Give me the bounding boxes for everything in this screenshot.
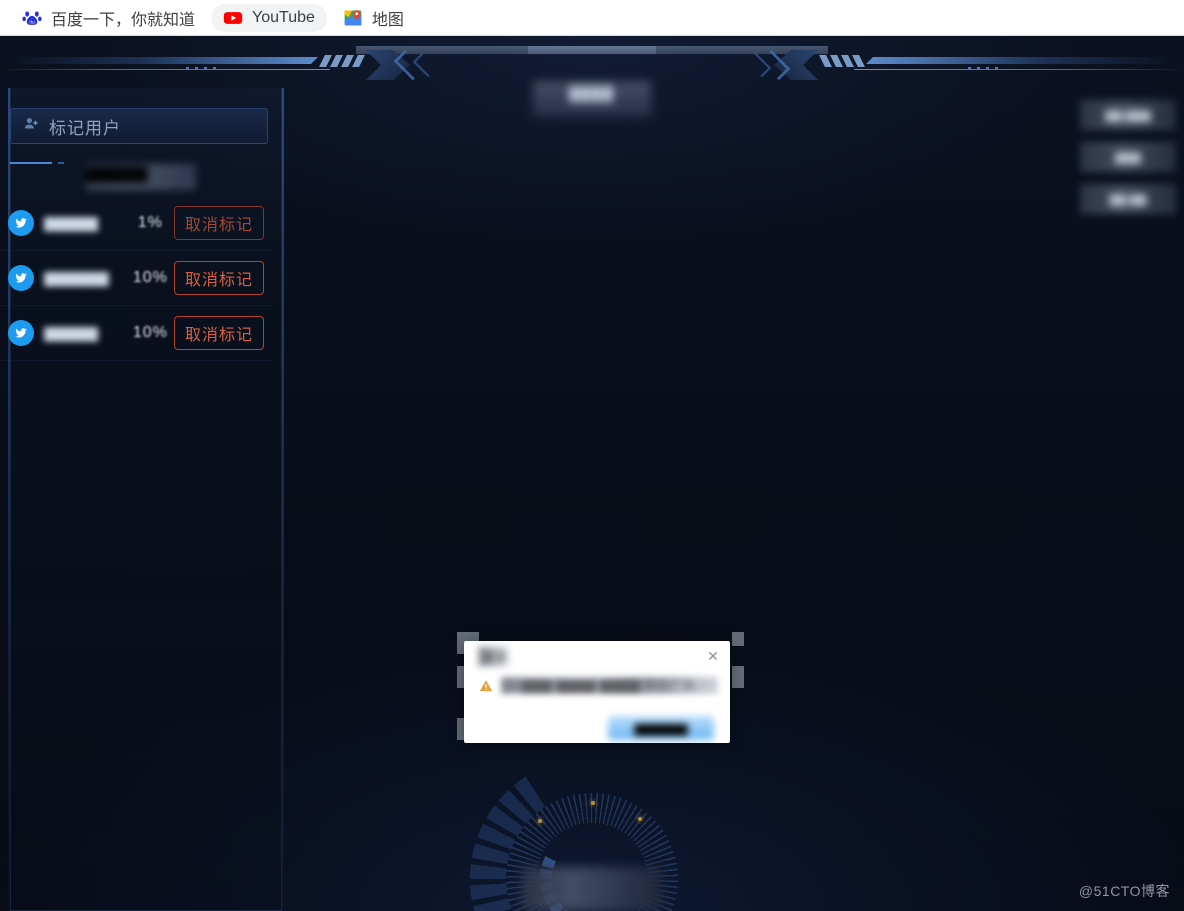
bookmark-youtube[interactable]: YouTube xyxy=(211,3,327,32)
header-dots-right xyxy=(968,67,998,70)
dashboard-title: ████ xyxy=(569,86,615,101)
dialog-title: 提示 xyxy=(478,645,511,667)
dialog-header: 提示 ✕ xyxy=(464,641,730,671)
radar-dot xyxy=(638,817,642,821)
drag-handle[interactable] xyxy=(732,632,744,646)
twitter-icon xyxy=(8,265,34,291)
info-block: ▇▇ ▇▇▇ xyxy=(1080,100,1176,130)
confirm-dialog: 提示 ✕ We▇▇▇ ▇▇▇▇ ▇▇▇▇ 项目广大 ▇▇▇▇ xyxy=(464,641,730,743)
close-icon[interactable]: ✕ xyxy=(704,647,722,665)
person-add-icon xyxy=(23,115,40,137)
bookmark-label: 百度一下，你就知道 xyxy=(51,11,196,29)
unmark-button[interactable]: 取消标记 xyxy=(173,261,264,295)
bookmark-baidu[interactable]: du 百度一下，你就知道 xyxy=(10,4,207,32)
dialog-message: We▇▇▇ ▇▇▇▇ ▇▇▇▇ 项目广大 xyxy=(501,677,718,694)
warning-triangle-icon xyxy=(478,678,494,699)
dialog-confirm-button[interactable]: ▇▇▇▇ xyxy=(608,716,714,740)
marked-user-list: ▇▇▇▇▇ 1% 取消标记 ▇▇▇▇▇▇ 10% 取消标记 ▇▇▇▇▇ 10% … xyxy=(0,196,272,361)
percent-value: 1% xyxy=(137,214,163,231)
radar-dot xyxy=(591,801,595,805)
header-dots-left xyxy=(186,67,216,70)
section-accent-bar xyxy=(10,162,52,164)
header-line-right xyxy=(854,69,1184,70)
mark-user-label: 标记用户 xyxy=(49,118,121,138)
dialog-footer: ▇▇▇▇ xyxy=(464,713,730,743)
percent-value: 10% xyxy=(132,269,168,286)
panel-section-header: ▇▇▇▇▇ xyxy=(0,154,272,198)
bookmark-maps[interactable]: 地图 xyxy=(331,4,416,32)
dialog-body: We▇▇▇ ▇▇▇▇ ▇▇▇▇ 项目广大 xyxy=(464,671,730,713)
mark-user-input[interactable]: 标记用户 xyxy=(10,108,268,144)
percent-value: 10% xyxy=(132,324,168,341)
baidu-icon: du xyxy=(22,8,42,28)
username-redacted: ▇▇▇▇▇ xyxy=(44,324,98,341)
header-bar-right xyxy=(866,57,1166,64)
header-slashes-left xyxy=(319,55,365,67)
youtube-icon xyxy=(223,8,243,28)
twitter-icon xyxy=(8,210,34,236)
table-row[interactable]: ▇▇▇▇▇▇ 10% 取消标记 xyxy=(0,251,272,306)
hud-dashboard: ████ ▇▇ ▇▇▇ ▇▇▇ ▇▇ ▇▇ 标记用户 ▇▇▇▇▇ ▇▇▇▇▇ 1… xyxy=(0,36,1184,911)
bookmark-label: YouTube xyxy=(252,8,315,26)
watermark: @51CTO博客 xyxy=(1078,883,1170,899)
username-redacted: ▇▇▇▇▇▇ xyxy=(44,269,109,286)
header-line-left xyxy=(0,69,330,70)
header-bar-left xyxy=(18,57,318,64)
radar-center-redaction xyxy=(522,867,662,911)
info-block: ▇▇▇ xyxy=(1080,142,1176,172)
google-maps-icon xyxy=(343,8,363,28)
svg-text:du: du xyxy=(29,19,35,25)
header-right-info-blocks: ▇▇ ▇▇▇ ▇▇▇ ▇▇ ▇▇ xyxy=(1080,100,1176,226)
info-block: ▇▇ ▇▇ xyxy=(1080,184,1176,214)
section-header-redaction: ▇▇▇▇▇ xyxy=(86,164,196,190)
bookmark-label: 地图 xyxy=(371,11,404,29)
header-slashes-right xyxy=(819,55,865,67)
table-row[interactable]: ▇▇▇▇▇ 1% 取消标记 xyxy=(0,196,272,251)
unmark-button[interactable]: 取消标记 xyxy=(173,206,264,240)
drag-handle[interactable] xyxy=(732,666,744,688)
table-row[interactable]: ▇▇▇▇▇ 10% 取消标记 xyxy=(0,306,272,361)
panel-edge-right xyxy=(282,88,284,911)
username-redacted: ▇▇▇▇▇ xyxy=(44,214,98,231)
radar-dot xyxy=(538,819,542,823)
browser-bookmarks-bar: du 百度一下，你就知道 YouTube 地图 xyxy=(0,0,1184,36)
unmark-button[interactable]: 取消标记 xyxy=(173,316,264,350)
section-tick xyxy=(58,162,64,164)
twitter-icon xyxy=(8,320,34,346)
